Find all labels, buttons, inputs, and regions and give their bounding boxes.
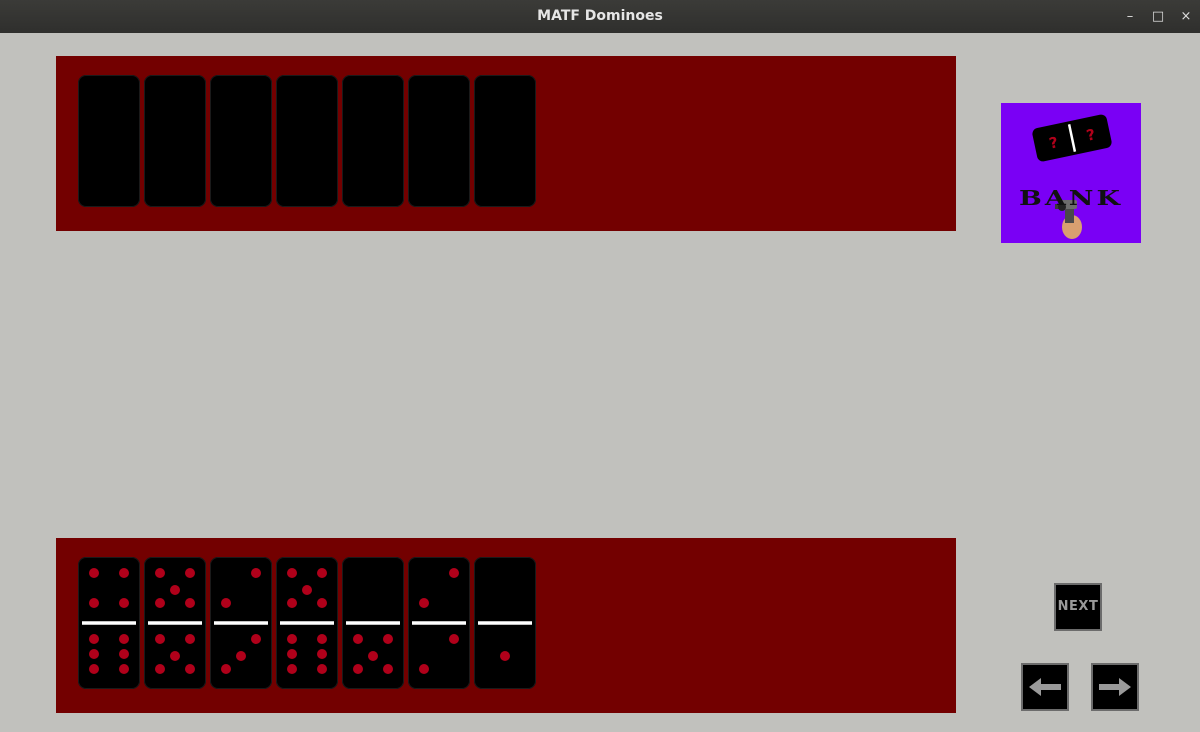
opponent-tile-face-down (408, 75, 470, 207)
domino-pip (353, 634, 363, 644)
title-bar: MATF Dominoes – □ × (0, 0, 1200, 33)
bank-button[interactable]: ? ? BANK (1001, 103, 1141, 243)
player-tile-0-1[interactable] (474, 557, 536, 689)
domino-pip (287, 568, 297, 578)
domino-pip (119, 598, 129, 608)
domino-pip (185, 634, 195, 644)
domino-pip (251, 568, 261, 578)
minimize-button[interactable]: – (1121, 8, 1139, 26)
next-button[interactable]: NEXT (1054, 583, 1102, 631)
domino-pip (185, 664, 195, 674)
domino-pip (155, 568, 165, 578)
player-hand (56, 538, 956, 713)
domino-face (478, 621, 532, 661)
domino-pip (185, 568, 195, 578)
domino-pip (155, 664, 165, 674)
domino-pip (221, 598, 231, 608)
domino-pip (317, 634, 327, 644)
player-tiles (78, 557, 540, 689)
domino-pip (155, 634, 165, 644)
scroll-right-button[interactable] (1091, 663, 1139, 711)
opponent-tile-face-down (474, 75, 536, 207)
player-tile-2-3[interactable] (210, 557, 272, 689)
opponent-tile-face-down (276, 75, 338, 207)
domino-pip (287, 634, 297, 644)
domino-pip (89, 568, 99, 578)
domino-pip (383, 664, 393, 674)
domino-pip (317, 649, 327, 659)
domino-pip (317, 568, 327, 578)
player-tile-0-5[interactable] (342, 557, 404, 689)
domino-pip (449, 568, 459, 578)
domino-pip (449, 634, 459, 644)
domino-face (280, 568, 334, 674)
domino-pip (287, 664, 297, 674)
close-button[interactable]: × (1177, 8, 1195, 26)
domino-pip (119, 664, 129, 674)
domino-face (82, 568, 136, 674)
scroll-left-button[interactable] (1021, 663, 1069, 711)
domino-face (412, 568, 466, 674)
domino-pip (89, 634, 99, 644)
domino-pip (251, 634, 261, 644)
domino-pip (383, 634, 393, 644)
opponent-tile-face-down (342, 75, 404, 207)
bank-domino-icon: ? ? (1032, 114, 1112, 239)
domino-pip (119, 634, 129, 644)
domino-pip (89, 598, 99, 608)
opponent-tiles (78, 75, 540, 207)
domino-face (148, 568, 202, 674)
domino-pip (287, 598, 297, 608)
domino-pip (317, 598, 327, 608)
opponent-hand (56, 56, 956, 231)
window-title: MATF Dominoes (537, 8, 663, 24)
domino-pip (185, 598, 195, 608)
maximize-button[interactable]: □ (1149, 8, 1167, 26)
domino-pip (119, 649, 129, 659)
domino-pip (317, 664, 327, 674)
domino-pip (170, 651, 180, 661)
player-tile-5-5[interactable] (144, 557, 206, 689)
domino-pip (500, 651, 510, 661)
opponent-tile-face-down (210, 75, 272, 207)
domino-pip (89, 664, 99, 674)
opponent-tile-face-down (78, 75, 140, 207)
domino-pip (119, 568, 129, 578)
bank-label: BANK (1019, 186, 1123, 211)
domino-pip (221, 664, 231, 674)
player-tile-5-6[interactable] (276, 557, 338, 689)
domino-pip (302, 585, 312, 595)
domino-pip (170, 585, 180, 595)
domino-pip (287, 649, 297, 659)
domino-pip (89, 649, 99, 659)
domino-pip (368, 651, 378, 661)
domino-pip (419, 664, 429, 674)
arrow-left-icon (1029, 678, 1061, 696)
next-label: NEXT (1057, 599, 1099, 614)
domino-face (346, 621, 400, 674)
player-tile-4-6[interactable] (78, 557, 140, 689)
domino-pip (419, 598, 429, 608)
opponent-tile-face-down (144, 75, 206, 207)
domino-face (214, 568, 268, 674)
domino-pip (353, 664, 363, 674)
domino-pip (236, 651, 246, 661)
domino-pip (155, 598, 165, 608)
arrow-right-icon (1099, 678, 1131, 696)
player-tile-2-2[interactable] (408, 557, 470, 689)
